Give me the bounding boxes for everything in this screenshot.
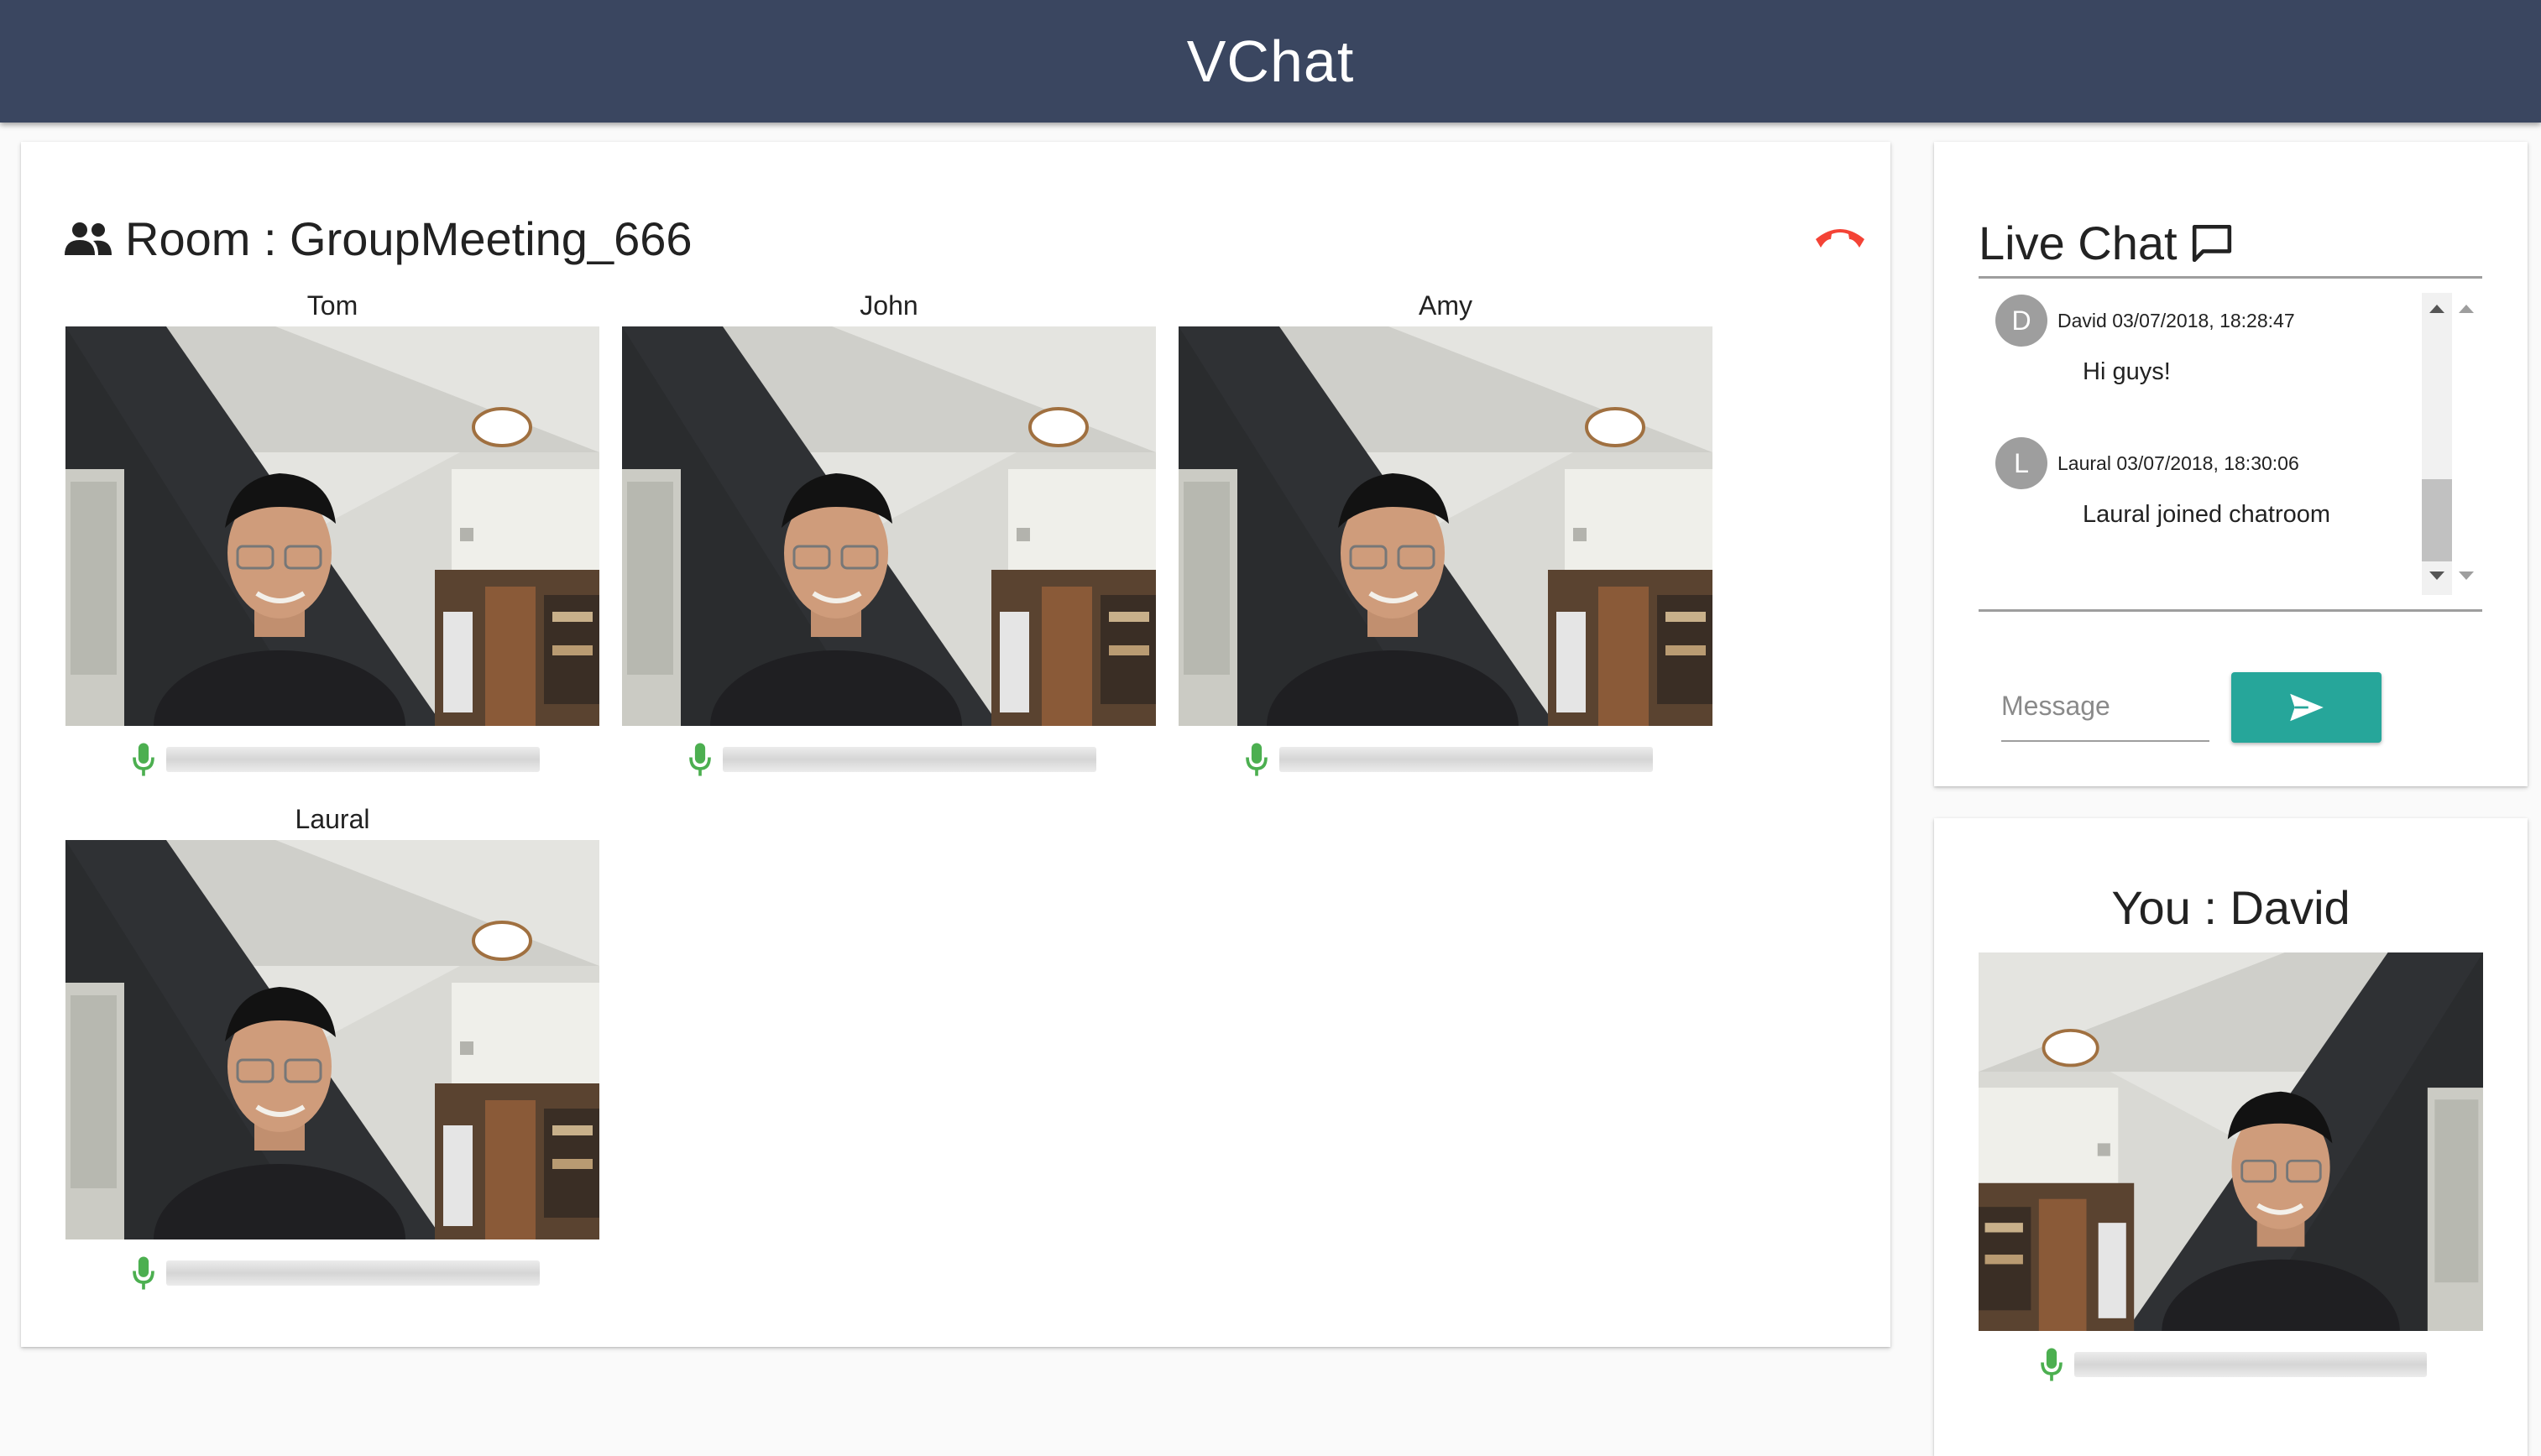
audio-row <box>65 1239 599 1307</box>
mic-icon[interactable] <box>131 741 156 778</box>
message-list[interactable]: D David 03/07/2018, 18:28:47 Hi guys! L … <box>1979 293 2482 595</box>
mic-icon[interactable] <box>688 741 713 778</box>
chat-divider-top <box>1979 276 2482 279</box>
audio-level-bar <box>166 1260 540 1286</box>
audio-level-bar <box>1279 747 1653 772</box>
chat-divider-bottom <box>1979 609 2482 612</box>
self-view-card: You : David <box>1934 818 2528 1456</box>
chat-message: L Laural 03/07/2018, 18:30:06 Laural joi… <box>1979 436 2415 529</box>
scroll-down-arrow-icon[interactable] <box>2459 571 2474 580</box>
people-icon <box>65 222 112 255</box>
message-meta: David 03/07/2018, 18:28:47 <box>2057 309 2295 331</box>
message-scrollbar[interactable] <box>2422 293 2452 595</box>
chat-title: Live Chat <box>1979 216 2178 269</box>
self-video <box>1979 952 2483 1331</box>
participant-video <box>622 326 1156 726</box>
audio-row <box>622 726 1156 793</box>
audio-level-bar <box>2074 1352 2427 1377</box>
scroll-down-arrow-icon[interactable] <box>2429 571 2444 580</box>
participant-video <box>1179 326 1712 726</box>
audio-row <box>1179 726 1712 793</box>
participant-video <box>65 326 599 726</box>
room-title: Room : GroupMeeting_666 <box>125 211 693 265</box>
scrollbar-thumb[interactable] <box>2422 479 2452 561</box>
participant-tile: Amy <box>1179 284 1712 793</box>
message-text: Hi guys! <box>2083 358 2171 385</box>
participant-tile: Tom <box>65 284 599 793</box>
app-title: VChat <box>1186 29 1355 94</box>
self-title: You : David <box>2111 881 2350 934</box>
mic-icon[interactable] <box>1244 741 1269 778</box>
message-meta: Laural 03/07/2018, 18:30:06 <box>2057 451 2299 474</box>
message-text: Laural joined chatroom <box>2083 501 2331 528</box>
mic-icon[interactable] <box>2039 1346 2064 1383</box>
room-header: Room : GroupMeeting_666 <box>65 201 1869 276</box>
audio-level-bar <box>166 747 540 772</box>
audio-row <box>65 726 599 793</box>
participant-video <box>65 840 599 1239</box>
send-button[interactable] <box>2231 672 2382 743</box>
participant-name: Amy <box>1419 290 1472 321</box>
participant-name: John <box>860 290 918 321</box>
scroll-up-arrow-icon[interactable] <box>2459 305 2474 313</box>
hangup-phone-icon[interactable] <box>1811 217 1869 254</box>
mic-icon[interactable] <box>131 1255 156 1292</box>
chat-bubble-icon <box>2192 224 2231 262</box>
avatar: L <box>1995 437 2047 489</box>
participant-tile: John <box>622 284 1156 793</box>
audio-row <box>1979 1331 2483 1398</box>
participant-tile: Laural <box>65 798 599 1307</box>
chat-message: D David 03/07/2018, 18:28:47 Hi guys! <box>1979 293 2415 386</box>
participant-name: Laural <box>295 804 370 834</box>
message-input[interactable] <box>2001 671 2209 742</box>
scroll-up-arrow-icon[interactable] <box>2429 305 2444 313</box>
chat-header: Live Chat <box>1979 201 2482 284</box>
avatar: D <box>1995 295 2047 347</box>
participant-name: Tom <box>306 290 358 321</box>
app-bar: VChat <box>0 0 2541 123</box>
room-card: Room : GroupMeeting_666 Tom John Amy Lau… <box>21 142 1890 1347</box>
audio-level-bar <box>723 747 1096 772</box>
send-icon <box>2289 693 2324 722</box>
